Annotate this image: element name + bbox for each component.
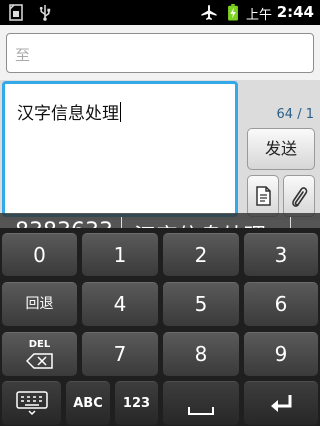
key-2[interactable]: 2 bbox=[163, 233, 239, 276]
usb-icon bbox=[39, 4, 51, 21]
key-space[interactable] bbox=[163, 381, 239, 425]
clock-ampm: 上午 bbox=[245, 8, 272, 23]
space-icon bbox=[188, 407, 214, 415]
key-keyboard-switch[interactable] bbox=[2, 381, 61, 425]
recipient-field[interactable]: 至 bbox=[6, 33, 314, 73]
enter-icon bbox=[271, 395, 292, 412]
key-8[interactable]: 8 bbox=[163, 332, 239, 376]
text-caret bbox=[120, 102, 121, 122]
message-input[interactable]: 汉字信息处理 bbox=[2, 81, 238, 217]
keyboard: 0 1 2 3 回退 4 5 6 DEL 7 8 9 ABC 123 bbox=[0, 228, 320, 426]
key-backspace-cn[interactable]: 回退 bbox=[2, 282, 77, 326]
key-abc[interactable]: ABC bbox=[66, 381, 110, 425]
character-counter: 64 / 1 bbox=[276, 107, 314, 122]
compose-panel: 汉字信息处理 64 / 1 发送 bbox=[0, 80, 320, 220]
sim-card-icon bbox=[9, 4, 23, 21]
attachment-button[interactable] bbox=[283, 175, 315, 217]
clock-time: 2:44 bbox=[276, 3, 314, 21]
attachment-icon bbox=[292, 187, 308, 207]
battery-charging-icon bbox=[228, 4, 238, 21]
send-button[interactable]: 发送 bbox=[247, 128, 315, 170]
key-5[interactable]: 5 bbox=[163, 282, 239, 326]
key-6[interactable]: 6 bbox=[244, 282, 318, 326]
key-123[interactable]: 123 bbox=[115, 381, 158, 425]
key-0[interactable]: 0 bbox=[2, 233, 77, 276]
recipient-placeholder: 至 bbox=[15, 46, 31, 64]
key-delete[interactable]: DEL bbox=[2, 332, 77, 376]
template-icon bbox=[256, 186, 271, 206]
key-1[interactable]: 1 bbox=[82, 233, 158, 276]
key-enter[interactable] bbox=[244, 381, 318, 425]
key-7[interactable]: 7 bbox=[82, 332, 158, 376]
keyboard-icon bbox=[15, 391, 48, 416]
message-text: 汉字信息处理 bbox=[17, 102, 121, 124]
template-button[interactable] bbox=[247, 175, 279, 217]
key-3[interactable]: 3 bbox=[244, 233, 318, 276]
delete-icon bbox=[25, 353, 53, 369]
key-4[interactable]: 4 bbox=[82, 282, 158, 326]
airplane-mode-icon bbox=[201, 4, 217, 21]
status-bar: 上午 2:44 bbox=[0, 0, 320, 25]
key-9[interactable]: 9 bbox=[244, 332, 318, 376]
